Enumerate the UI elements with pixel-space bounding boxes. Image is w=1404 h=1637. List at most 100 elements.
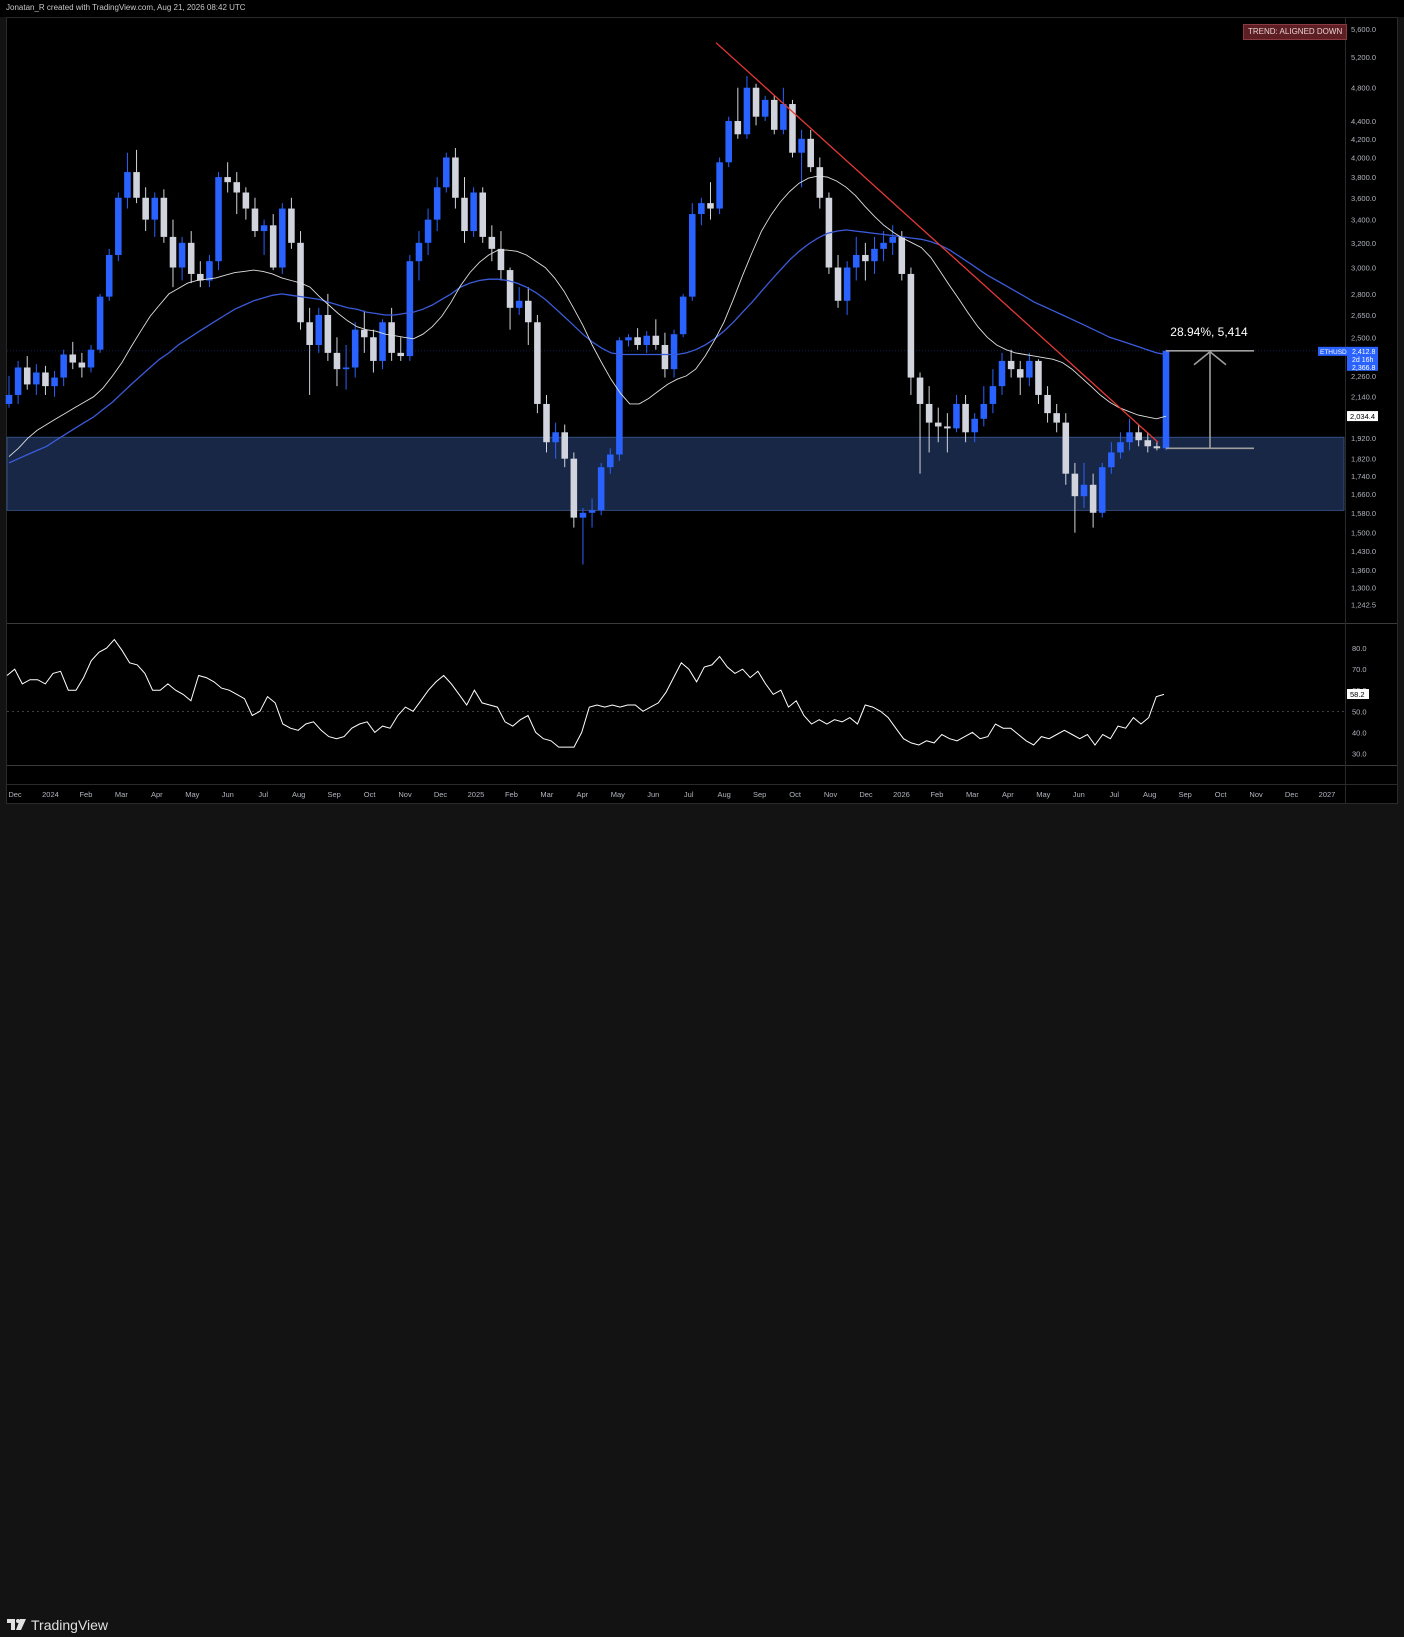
time-tick-label: Dec: [434, 790, 448, 799]
candle-body: [342, 367, 350, 370]
candle-body: [871, 248, 878, 262]
time-tick-label: Feb: [79, 790, 92, 799]
candle-body: [33, 372, 40, 385]
price-tick-label: 1,820.0: [1351, 455, 1376, 464]
support-zone: [6, 436, 1345, 511]
time-tick-label: May: [1036, 790, 1050, 799]
candle-body: [187, 242, 195, 274]
rsi-tick-label: 70.0: [1352, 665, 1367, 674]
candle-body: [87, 349, 95, 368]
ma-value-tag-text: 2,034.4: [1350, 412, 1375, 421]
candle-body: [734, 121, 742, 135]
candle-body: [816, 167, 824, 198]
time-tick-label: Apr: [1002, 790, 1014, 799]
candle-body: [579, 512, 587, 518]
candle-body: [1126, 432, 1133, 443]
candle-body: [488, 236, 496, 249]
rsi-line: [6, 638, 1165, 748]
tradingview-logo[interactable]: TradingView: [7, 1617, 108, 1633]
fast-moving-average-line: [8, 175, 1167, 457]
time-tick-label: Jul: [684, 790, 694, 799]
candle-body: [224, 177, 231, 183]
candle-body: [807, 138, 814, 168]
candle-body: [980, 403, 988, 419]
candle-body: [379, 322, 386, 361]
time-tick-label: Mar: [115, 790, 128, 799]
candle-body: [96, 296, 104, 350]
time-tick-label: Oct: [364, 790, 377, 799]
candle-body: [552, 432, 559, 443]
candle-body: [1026, 360, 1033, 378]
candle-body: [370, 337, 377, 361]
candle-body: [698, 203, 705, 215]
candle-body: [406, 261, 414, 357]
candle-body: [962, 403, 969, 433]
time-tick-label: May: [611, 790, 625, 799]
candle-body: [670, 334, 678, 370]
time-tick-label: Apr: [151, 790, 163, 799]
candle-body: [780, 104, 787, 130]
time-tick-label: Aug: [1143, 790, 1156, 799]
candle-body: [279, 208, 286, 268]
candle-body: [1153, 446, 1161, 449]
candle-body: [433, 187, 441, 220]
candle-body: [743, 87, 751, 135]
candle-body: [862, 254, 869, 262]
footer: TradingView: [0, 804, 1404, 1633]
candle-body: [169, 236, 177, 268]
candle-body: [1071, 473, 1079, 497]
candle-body: [625, 337, 632, 341]
candle-body: [60, 354, 67, 378]
candle-body: [616, 340, 623, 455]
price-tick-label: 1,580.0: [1351, 509, 1376, 518]
candle-body: [124, 172, 131, 198]
candle-body: [925, 403, 933, 423]
candle-body: [652, 335, 660, 345]
candle-body: [1089, 484, 1097, 513]
rsi-tick-label: 50.0: [1352, 707, 1367, 716]
measure-label: 28.94%, 5,414: [1170, 325, 1248, 339]
candle-body: [852, 254, 860, 268]
candle-body: [661, 344, 669, 370]
price-countdown-text: 2d 16h: [1352, 357, 1374, 364]
price-tick-label: 1,300.0: [1351, 583, 1376, 592]
candle-body: [361, 329, 368, 338]
candle-body: [634, 337, 641, 345]
candle-body: [105, 254, 113, 297]
time-tick-label: May: [185, 790, 199, 799]
candle-body: [543, 403, 550, 443]
time-tick-label: 2027: [1319, 790, 1336, 799]
candle-body: [151, 197, 159, 220]
candle-body: [716, 162, 723, 209]
time-tick-label: Feb: [930, 790, 943, 799]
candle-body: [725, 121, 732, 163]
symbol-tag-text: ETHUSD: [1320, 349, 1347, 356]
price-tick-label: 2,140.0: [1351, 393, 1376, 402]
time-tick-label: Jul: [1109, 790, 1119, 799]
candle-body: [306, 322, 313, 345]
price-chart[interactable]: 28.94%, 5,414 5,600.0 5,200.0 4,800.0 4,400.…: [0, 0, 1404, 804]
candle-body: [843, 267, 851, 301]
price-tick-label: 3,800.0: [1351, 173, 1376, 182]
candle-body: [470, 192, 477, 232]
candle-body: [1162, 350, 1170, 449]
candle-body: [570, 458, 578, 518]
candle-body: [288, 208, 295, 243]
time-tick-label: Jun: [1073, 790, 1085, 799]
candle-body: [324, 314, 332, 353]
price-tick-label: 3,400.0: [1351, 216, 1376, 225]
candle-body: [643, 335, 650, 345]
candle-body: [606, 454, 614, 468]
price-tick-label: 3,000.0: [1351, 264, 1376, 273]
tradingview-brand: TradingView: [31, 1617, 109, 1633]
price-ma-tag-text: 2,366.8: [1352, 365, 1375, 372]
candle-body: [397, 352, 405, 357]
price-tick-label: 1,430.0: [1351, 547, 1376, 556]
time-tick-label: Apr: [577, 790, 589, 799]
candle-body: [133, 172, 140, 198]
price-tick-label: 4,000.0: [1351, 153, 1376, 162]
time-tick-label: Aug: [292, 790, 305, 799]
time-tick-label: Nov: [398, 790, 412, 799]
candle-body: [461, 197, 468, 232]
candle-body: [1117, 442, 1124, 453]
